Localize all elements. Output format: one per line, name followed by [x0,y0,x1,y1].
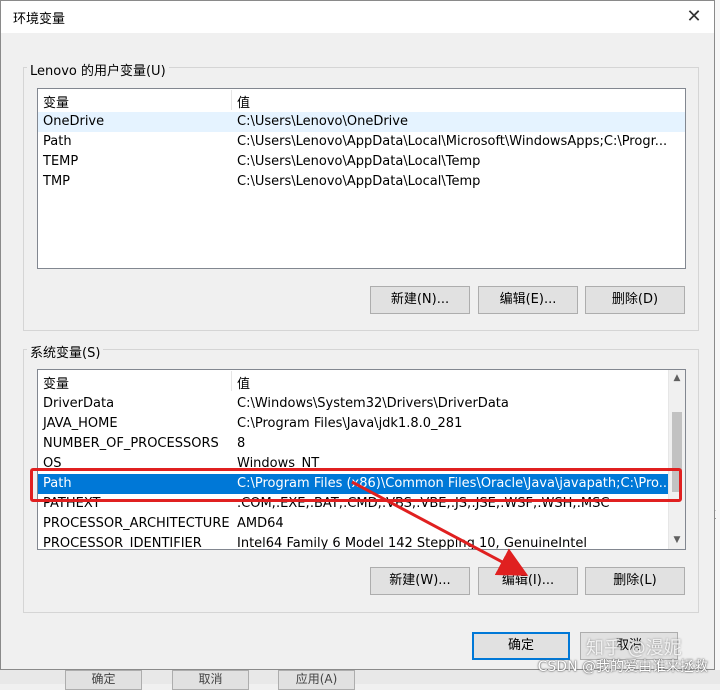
annotation-arrow-icon [351,480,529,576]
csdn-watermark: CSDN @我的爱由谁来拯救 [537,659,708,675]
